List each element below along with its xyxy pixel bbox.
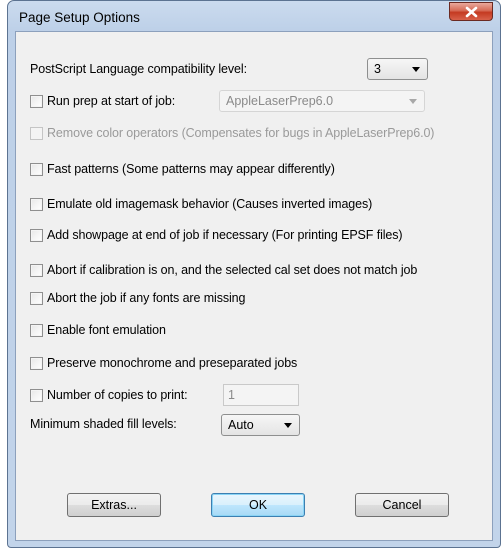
- cancel-button-label: Cancel: [382, 498, 422, 512]
- extras-button[interactable]: Extras...: [67, 493, 161, 517]
- postscript-level-select[interactable]: 3: [367, 58, 428, 80]
- page-setup-dialog: Page Setup Options PostScript Language c…: [7, 0, 501, 548]
- emulate-imagemask-row[interactable]: Emulate old imagemask behavior (Causes i…: [30, 194, 372, 214]
- copies-row[interactable]: Number of copies to print:: [30, 385, 188, 405]
- shaded-fill-row: Minimum shaded fill levels:: [30, 414, 177, 434]
- postscript-level-row: PostScript Language compatibility level:: [30, 59, 247, 79]
- shaded-fill-select[interactable]: Auto: [221, 414, 300, 436]
- cancel-button[interactable]: Cancel: [355, 493, 449, 517]
- copies-label: Number of copies to print:: [47, 388, 188, 402]
- remove-color-checkbox[interactable]: [30, 126, 43, 140]
- fast-patterns-label: Fast patterns (Some patterns may appear …: [47, 162, 335, 176]
- preserve-mono-row[interactable]: Preserve monochrome and preseparated job…: [30, 353, 297, 373]
- postscript-level-label: PostScript Language compatibility level:: [30, 62, 247, 76]
- copies-checkbox[interactable]: [30, 388, 43, 402]
- add-showpage-row[interactable]: Add showpage at end of job if necessary …: [30, 225, 403, 245]
- chevron-down-icon: [409, 99, 417, 104]
- prep-file-select[interactable]: AppleLaserPrep6.0: [219, 90, 425, 112]
- prep-file-value: AppleLaserPrep6.0: [226, 94, 334, 108]
- title-bar[interactable]: Page Setup Options: [8, 1, 500, 31]
- abort-calibration-checkbox[interactable]: [30, 263, 43, 277]
- run-prep-row[interactable]: Run prep at start of job:: [30, 91, 175, 111]
- preserve-mono-checkbox[interactable]: [30, 356, 43, 370]
- close-button[interactable]: [449, 2, 493, 21]
- dialog-title: Page Setup Options: [19, 10, 140, 25]
- chevron-down-icon: [412, 67, 420, 72]
- add-showpage-label: Add showpage at end of job if necessary …: [47, 228, 403, 242]
- emulate-imagemask-checkbox[interactable]: [30, 197, 43, 211]
- abort-calibration-row[interactable]: Abort if calibration is on, and the sele…: [30, 260, 417, 280]
- abort-calibration-label: Abort if calibration is on, and the sele…: [47, 263, 418, 277]
- add-showpage-checkbox[interactable]: [30, 228, 43, 242]
- ok-button-label: OK: [248, 498, 268, 512]
- ok-button[interactable]: OK: [211, 493, 305, 517]
- remove-color-row[interactable]: Remove color operators (Compensates for …: [30, 123, 434, 143]
- run-prep-checkbox[interactable]: [30, 94, 43, 108]
- dialog-body: PostScript Language compatibility level:…: [15, 31, 493, 541]
- shaded-fill-label: Minimum shaded fill levels:: [30, 417, 177, 431]
- remove-color-label: Remove color operators (Compensates for …: [47, 126, 435, 140]
- run-prep-label: Run prep at start of job:: [47, 94, 176, 108]
- abort-fonts-checkbox[interactable]: [30, 291, 43, 305]
- abort-fonts-row[interactable]: Abort the job if any fonts are missing: [30, 288, 245, 308]
- font-emulation-checkbox[interactable]: [30, 323, 43, 337]
- postscript-level-value: 3: [374, 62, 381, 76]
- shaded-fill-value: Auto: [228, 418, 254, 432]
- abort-fonts-label: Abort the job if any fonts are missing: [47, 291, 246, 305]
- close-icon: [465, 6, 478, 18]
- emulate-imagemask-label: Emulate old imagemask behavior (Causes i…: [47, 197, 373, 211]
- fast-patterns-checkbox[interactable]: [30, 162, 43, 176]
- copies-value: 1: [228, 388, 235, 402]
- extras-button-label: Extras...: [91, 498, 137, 512]
- font-emulation-row[interactable]: Enable font emulation: [30, 320, 166, 340]
- font-emulation-label: Enable font emulation: [47, 323, 166, 337]
- preserve-mono-label: Preserve monochrome and preseparated job…: [47, 356, 298, 370]
- fast-patterns-row[interactable]: Fast patterns (Some patterns may appear …: [30, 159, 335, 179]
- copies-input[interactable]: 1: [223, 384, 299, 406]
- chevron-down-icon: [284, 423, 292, 428]
